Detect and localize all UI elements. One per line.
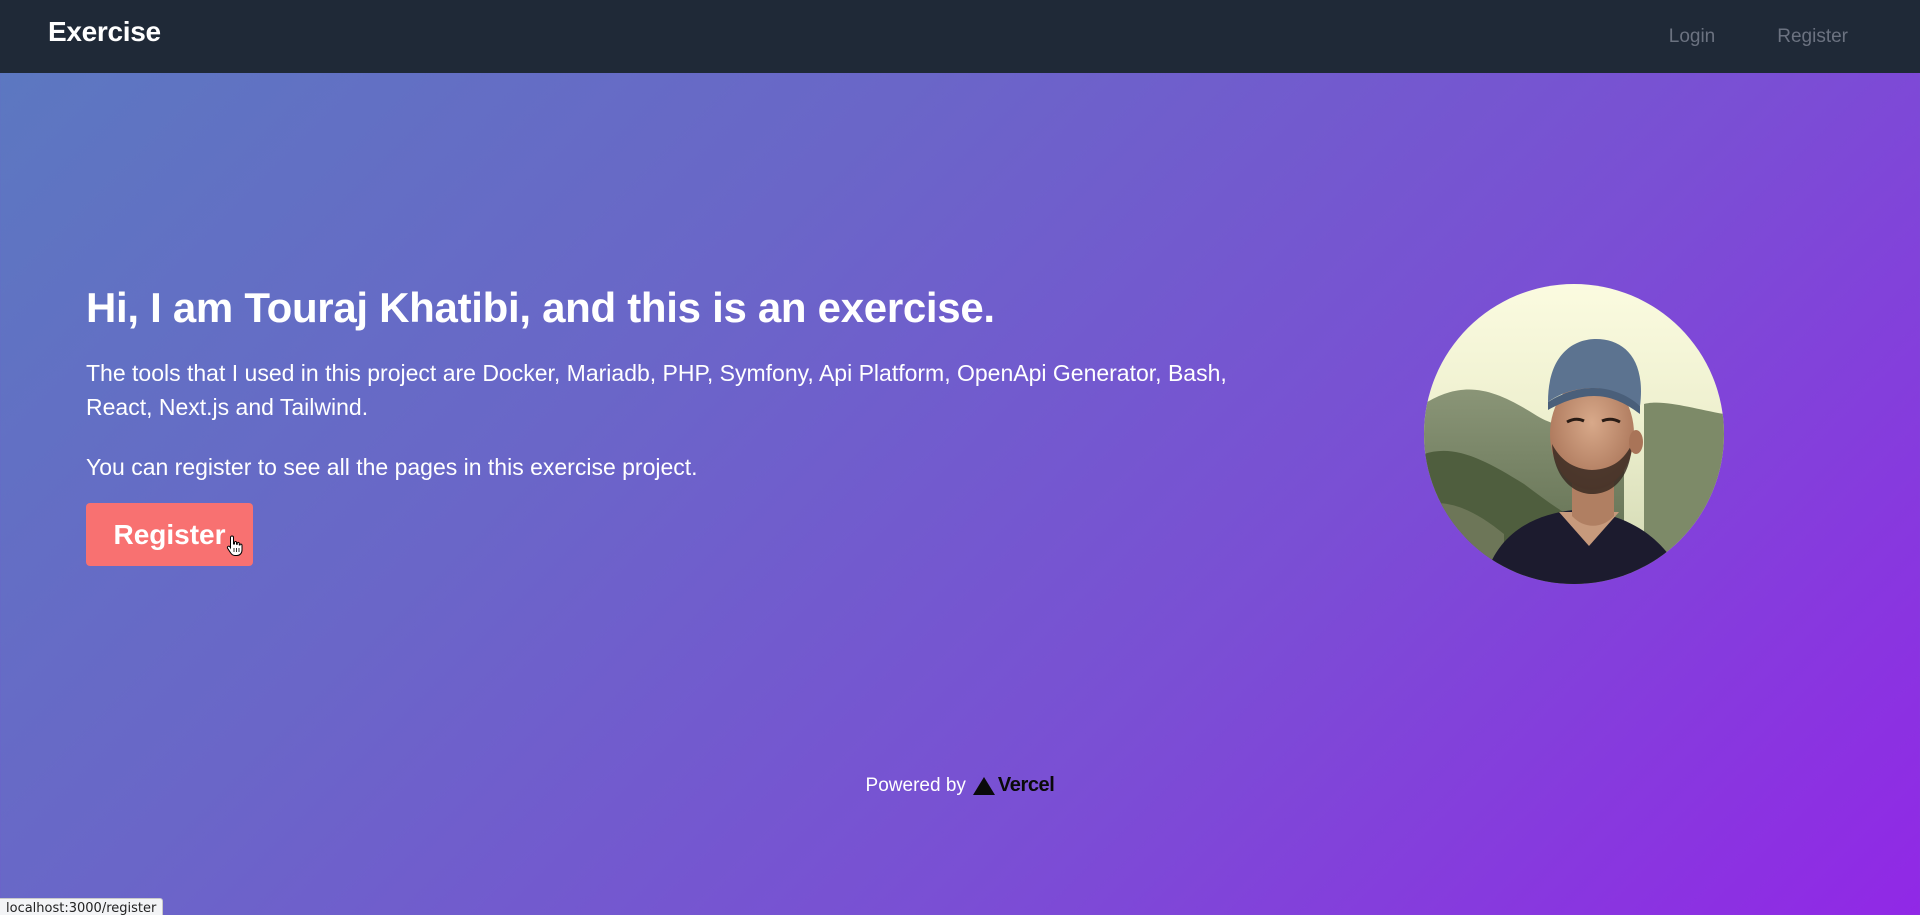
status-bar-url: localhost:3000/register — [0, 898, 164, 915]
vercel-wordmark: Vercel — [997, 774, 1055, 796]
vercel-logo[interactable]: Vercel — [972, 774, 1055, 797]
hero-title: Hi, I am Touraj Khatibi, and this is an … — [86, 284, 995, 331]
register-hint: You can register to see all the pages in… — [86, 454, 698, 480]
register-button[interactable]: Register — [86, 503, 253, 566]
nav-login-link[interactable]: Login — [1669, 26, 1716, 48]
register-button-label: Register — [113, 519, 226, 550]
top-navbar: Exercise Login Register — [0, 0, 1920, 73]
profile-avatar — [1424, 284, 1724, 584]
hand-pointer-icon — [226, 535, 243, 556]
profile-photo — [1424, 284, 1724, 584]
footer: Powered by Vercel — [0, 774, 1920, 797]
vercel-triangle-icon — [972, 776, 995, 795]
hero-section: Hi, I am Touraj Khatibi, and this is an … — [86, 280, 1286, 566]
nav-register-link[interactable]: Register — [1777, 26, 1848, 48]
tools-description: The tools that I used in this project ar… — [86, 360, 1227, 420]
powered-by-label: Powered by — [865, 774, 966, 796]
nav-links: Login Register — [1669, 26, 1848, 48]
brand-logo[interactable]: Exercise — [48, 16, 161, 48]
